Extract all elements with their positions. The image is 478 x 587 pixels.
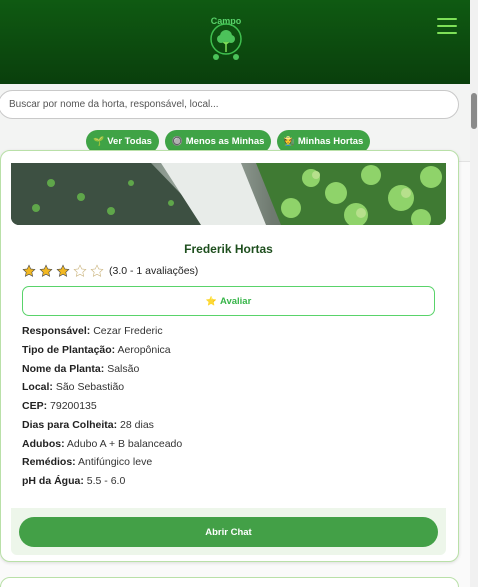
- scrollbar-thumb[interactable]: [471, 93, 477, 129]
- detail-cep: CEP: 79200135: [22, 400, 97, 412]
- star-empty-icon: [73, 264, 87, 277]
- garden-photo: [11, 163, 446, 225]
- garden-card: Frederik Hortas (3.0 - 1 avaliações) ⭐ A…: [0, 150, 459, 562]
- detail-tipo-plantacao: Tipo de Plantação: Aeropônica: [22, 343, 171, 356]
- radio-icon: 🔘: [171, 136, 183, 146]
- next-garden-card: [0, 577, 459, 587]
- filter-all-label: Ver Todas: [107, 136, 152, 147]
- hamburger-menu-icon[interactable]: [437, 16, 459, 38]
- detail-nome-planta: Nome da Planta: Salsão: [22, 362, 140, 375]
- star-filled-icon: [56, 264, 70, 277]
- rate-button-label: Avaliar: [219, 295, 252, 307]
- detail-local: Local: São Sebastião: [22, 381, 125, 394]
- detail-adubos: Adubos: Adubo A + B balanceado: [22, 437, 183, 450]
- rating-row: (3.0 - 1 avaliações): [22, 264, 198, 278]
- detail-responsavel: Responsável: Cezar Frederic: [22, 325, 163, 337]
- detail-remedios: Remédios: Antifúngico leve: [22, 456, 153, 469]
- rating-summary: (3.0 - 1 avaliações): [109, 265, 199, 277]
- open-chat-button[interactable]: Abrir Chat: [19, 517, 438, 547]
- search-input[interactable]: [0, 90, 459, 119]
- filter-mine-label: Minhas Hortas: [297, 136, 364, 147]
- garden-details: Responsável: Cezar Frederic Tipo de Plan…: [22, 322, 442, 491]
- star-filled-icon: [22, 264, 36, 277]
- app-page: Campo 🌱 Ver Todas 🔘 Menos as Minhas 🧑‍🌾 …: [0, 0, 478, 587]
- farmer-icon: 🧑‍🌾: [283, 136, 295, 146]
- app-header: Campo: [0, 0, 470, 84]
- sprout-icon: 🌱: [93, 136, 105, 146]
- star-filled-icon: [39, 264, 53, 277]
- star-icon: ⭐: [205, 295, 217, 306]
- card-footer: Abrir Chat: [11, 508, 446, 555]
- rate-button[interactable]: ⭐ Avaliar: [22, 286, 435, 316]
- filter-except-mine-label: Menos as Minhas: [185, 136, 265, 147]
- detail-dias-colheita: Dias para Colheita: 28 dias: [22, 418, 154, 431]
- star-empty-icon: [90, 264, 104, 277]
- garden-title: Frederik Hortas: [184, 242, 273, 256]
- campo-logo[interactable]: Campo: [204, 14, 248, 62]
- detail-ph-agua: pH da Água: 5.5 - 6.0: [22, 475, 126, 487]
- page-scrollbar[interactable]: [470, 0, 478, 587]
